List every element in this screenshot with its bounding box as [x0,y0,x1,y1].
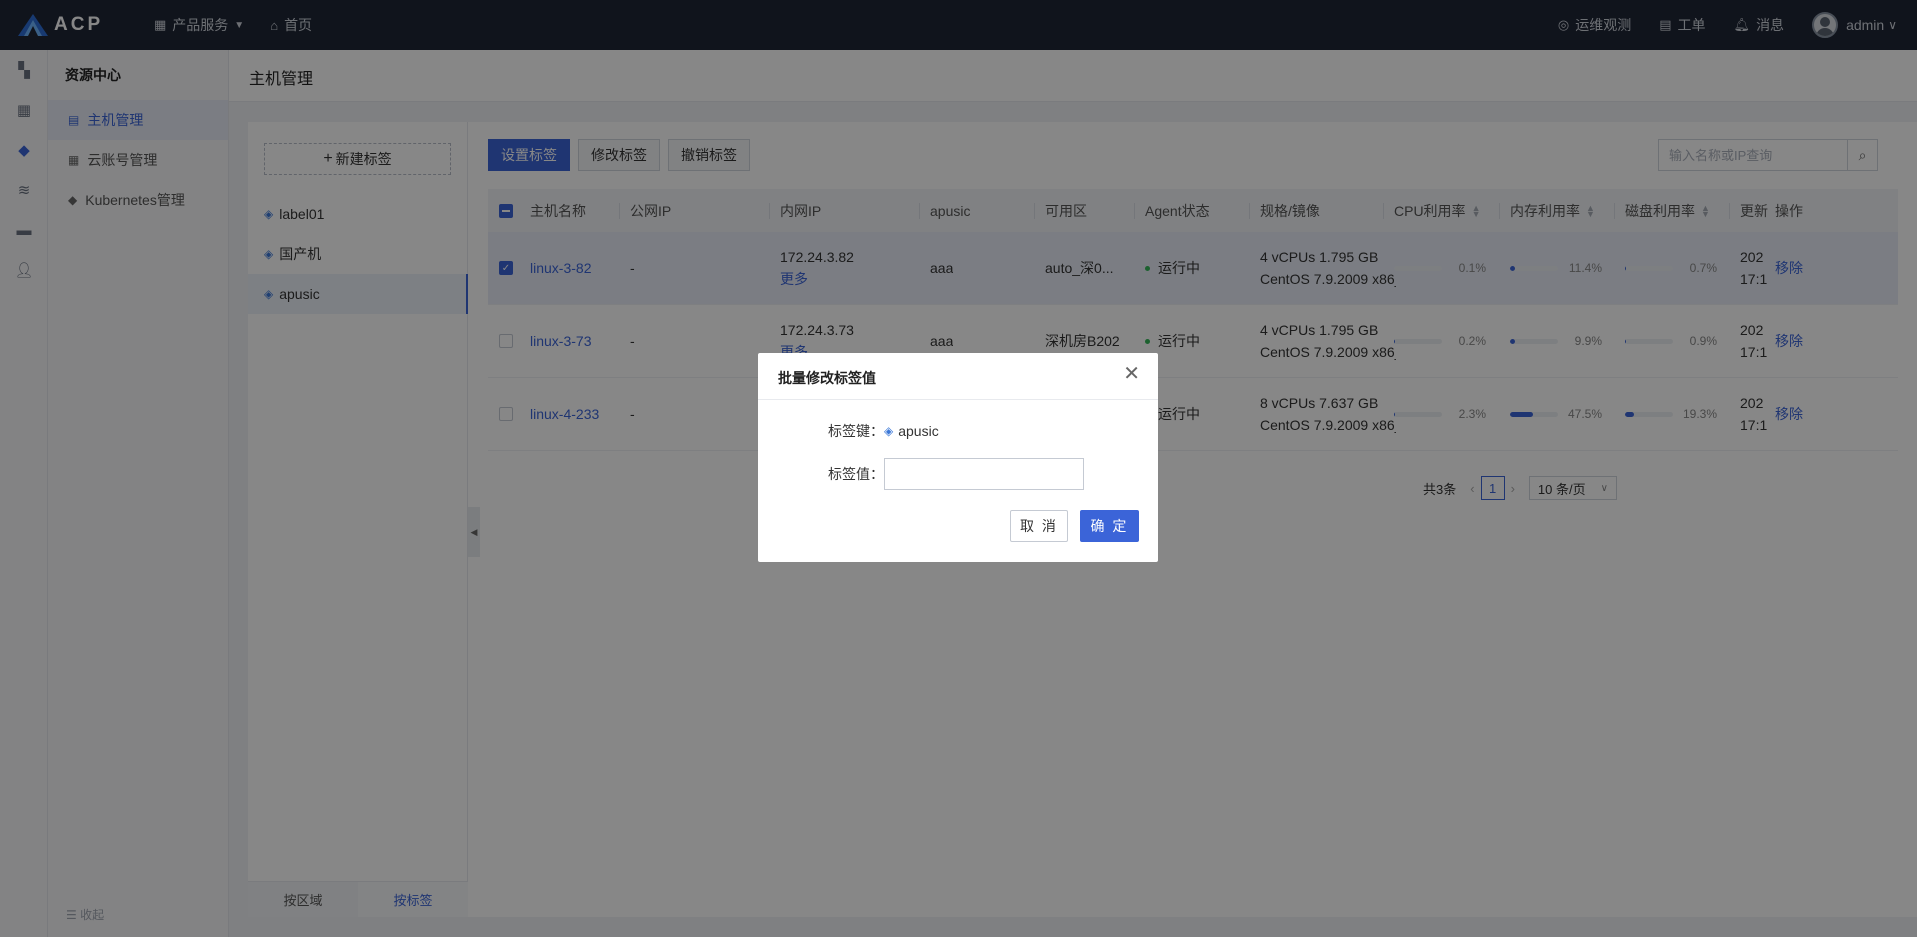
tag-icon: ◈ [884,424,894,438]
confirm-button[interactable]: 确 定 [1080,510,1139,542]
cancel-button[interactable]: 取 消 [1010,510,1068,542]
tag-key-row: 标签键： ◈ apusic [758,421,939,441]
dialog-title: 批量修改标签值 [778,370,876,386]
dialog-header: 批量修改标签值 ✕ [758,353,1158,400]
tag-key-label: 标签键： [828,423,884,439]
close-icon[interactable]: ✕ [1123,364,1140,384]
batch-edit-tag-dialog: 批量修改标签值 ✕ 标签键： ◈ apusic 标签值： 取 消 确 定 [758,353,1158,562]
tag-key-value: apusic [898,423,939,439]
tag-value-label: 标签值： [828,466,884,482]
tag-value-input[interactable] [884,458,1084,490]
tag-value-row: 标签值： [758,458,1084,490]
